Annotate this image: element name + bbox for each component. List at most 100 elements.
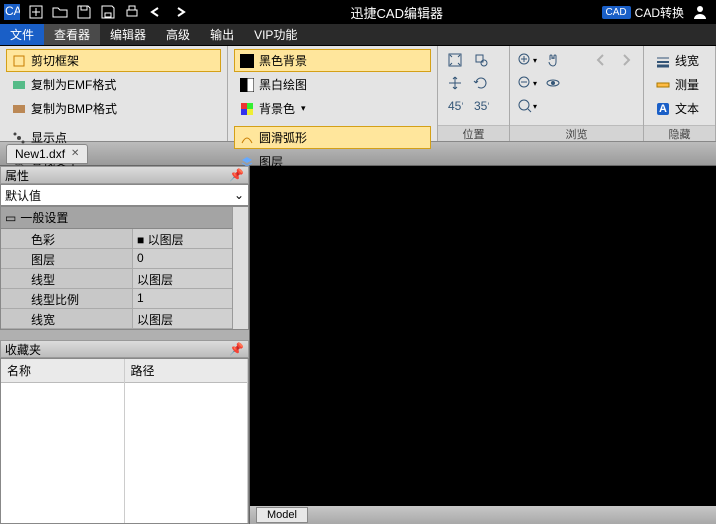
- orbit-button[interactable]: [542, 72, 564, 94]
- text-button[interactable]: A文本: [650, 97, 709, 120]
- general-label: 一般设置: [20, 209, 68, 226]
- svg-text:CAD: CAD: [5, 4, 20, 18]
- arc-icon: [239, 130, 255, 146]
- menu-file[interactable]: 文件: [0, 24, 44, 45]
- model-tab[interactable]: Model: [256, 507, 308, 523]
- prop-val[interactable]: 以图层: [133, 269, 232, 288]
- scrollbar[interactable]: [232, 207, 248, 329]
- collapse-icon[interactable]: ▭: [5, 211, 16, 225]
- prop-row[interactable]: 线型以图层: [1, 269, 232, 289]
- prop-val[interactable]: 0: [133, 249, 232, 268]
- fit-screen-button[interactable]: [444, 49, 466, 71]
- prop-key: 线型比例: [1, 289, 133, 308]
- angle-button[interactable]: 45°: [444, 95, 466, 117]
- hand-button[interactable]: [542, 49, 563, 71]
- text-label: 文本: [675, 100, 699, 117]
- prop-key: 图层: [1, 249, 133, 268]
- crop-frame-button[interactable]: 剪切框架: [6, 49, 221, 72]
- main-area: 属性 📌 默认值 ⌄ ▭ 一般设置 色彩■ 以图层 图层0 线型以图层 线型比例1…: [0, 166, 716, 524]
- copy-bmp-button[interactable]: 复制为BMP格式: [6, 97, 221, 120]
- prev-button[interactable]: [591, 49, 612, 71]
- default-value-dropdown[interactable]: 默认值 ⌄: [0, 184, 249, 206]
- copy-emf-label: 复制为EMF格式: [31, 76, 116, 93]
- dropdown-value: 默认值: [5, 187, 41, 204]
- zoom-all-button[interactable]: ▾: [516, 95, 538, 117]
- menu-vip[interactable]: VIP功能: [244, 24, 307, 45]
- ribbon-group-position-label: 位置: [438, 125, 509, 141]
- cad-badge-icon: CAD: [602, 6, 631, 19]
- save-as-icon[interactable]: [98, 2, 118, 22]
- black-bg-button[interactable]: 黑色背景: [234, 49, 431, 72]
- print-icon[interactable]: [122, 2, 142, 22]
- copy-emf-button[interactable]: 复制为EMF格式: [6, 73, 221, 96]
- menu-advanced[interactable]: 高级: [156, 24, 200, 45]
- properties-title: 属性: [5, 167, 29, 184]
- zoom-out-button[interactable]: ▾: [516, 72, 538, 94]
- properties-panel-header: 属性 📌: [0, 166, 249, 184]
- prop-key: 线宽: [1, 309, 133, 328]
- bg-color-button[interactable]: 背景色▾: [234, 97, 431, 120]
- redo-icon[interactable]: [170, 2, 190, 22]
- cad-convert-button[interactable]: CAD转换: [635, 4, 684, 21]
- prop-row[interactable]: 色彩■ 以图层: [1, 229, 232, 249]
- user-icon[interactable]: [690, 2, 710, 22]
- prop-key: 色彩: [1, 229, 133, 248]
- svg-text:35°: 35°: [474, 99, 489, 113]
- favorites-title: 收藏夹: [5, 341, 41, 358]
- undo-icon[interactable]: [146, 2, 166, 22]
- save-icon[interactable]: [74, 2, 94, 22]
- next-button[interactable]: [616, 49, 637, 71]
- open-icon[interactable]: [50, 2, 70, 22]
- title-bar: CAD 迅捷CAD编辑器 CAD CAD转换: [0, 0, 716, 24]
- file-tab[interactable]: New1.dxf ✕: [6, 144, 88, 164]
- fav-col-path[interactable]: 路径: [125, 359, 248, 383]
- linewidth-icon: [655, 53, 671, 69]
- app-logo-icon: CAD: [2, 2, 22, 22]
- pin-icon[interactable]: 📌: [229, 168, 244, 182]
- model-tab-strip: Model: [250, 506, 716, 524]
- zoom-window-button[interactable]: [470, 49, 492, 71]
- pan-button[interactable]: [444, 72, 466, 94]
- close-file-icon[interactable]: ✕: [71, 148, 79, 159]
- bw-icon: [239, 77, 255, 93]
- zoom-in-button[interactable]: ▾: [516, 49, 538, 71]
- menu-output[interactable]: 输出: [200, 24, 244, 45]
- prop-val[interactable]: ■ 以图层: [133, 229, 232, 248]
- emf-icon: [11, 77, 27, 93]
- measure-button[interactable]: 测量: [650, 73, 709, 96]
- favorites-table: 名称 路径: [0, 358, 249, 524]
- ribbon-group-hide-label: 隐藏: [644, 125, 715, 141]
- prop-val[interactable]: 以图层: [133, 309, 232, 328]
- prop-row[interactable]: 线型比例1: [1, 289, 232, 309]
- side-panel: 属性 📌 默认值 ⌄ ▭ 一般设置 色彩■ 以图层 图层0 线型以图层 线型比例1…: [0, 166, 250, 524]
- copy-bmp-label: 复制为BMP格式: [31, 100, 117, 117]
- black-bg-icon: [239, 53, 255, 69]
- app-title: 迅捷CAD编辑器: [192, 3, 602, 22]
- property-group-general[interactable]: ▭ 一般设置: [1, 207, 232, 229]
- linewidth-button[interactable]: 线宽: [650, 49, 709, 72]
- linewidth-label: 线宽: [675, 52, 699, 69]
- bw-draw-button[interactable]: 黑白绘图: [234, 73, 431, 96]
- prop-row[interactable]: 图层0: [1, 249, 232, 269]
- favorites-panel-header: 收藏夹 📌: [0, 340, 249, 358]
- menu-editor[interactable]: 编辑器: [100, 24, 156, 45]
- drawing-viewport[interactable]: Model: [250, 166, 716, 524]
- fav-col-name[interactable]: 名称: [1, 359, 124, 383]
- text-icon: A: [655, 101, 671, 117]
- menu-viewer[interactable]: 查看器: [44, 24, 100, 45]
- ribbon-group-browse-label: 浏览: [510, 125, 643, 141]
- rotate-button[interactable]: [470, 72, 492, 94]
- crop-icon: [11, 53, 27, 69]
- prop-row[interactable]: 线宽以图层: [1, 309, 232, 329]
- smooth-arc-label: 圆滑弧形: [259, 129, 307, 146]
- angle2-button[interactable]: 35°: [470, 95, 492, 117]
- crop-frame-label: 剪切框架: [31, 52, 79, 69]
- color-icon: [239, 101, 255, 117]
- chevron-down-icon: ⌄: [234, 188, 244, 202]
- file-tab-name: New1.dxf: [15, 147, 65, 161]
- prop-val[interactable]: 1: [133, 289, 232, 308]
- pin-icon[interactable]: 📌: [229, 342, 244, 356]
- new-icon[interactable]: [26, 2, 46, 22]
- smooth-arc-button[interactable]: 圆滑弧形: [234, 126, 431, 149]
- black-bg-label: 黑色背景: [259, 52, 307, 69]
